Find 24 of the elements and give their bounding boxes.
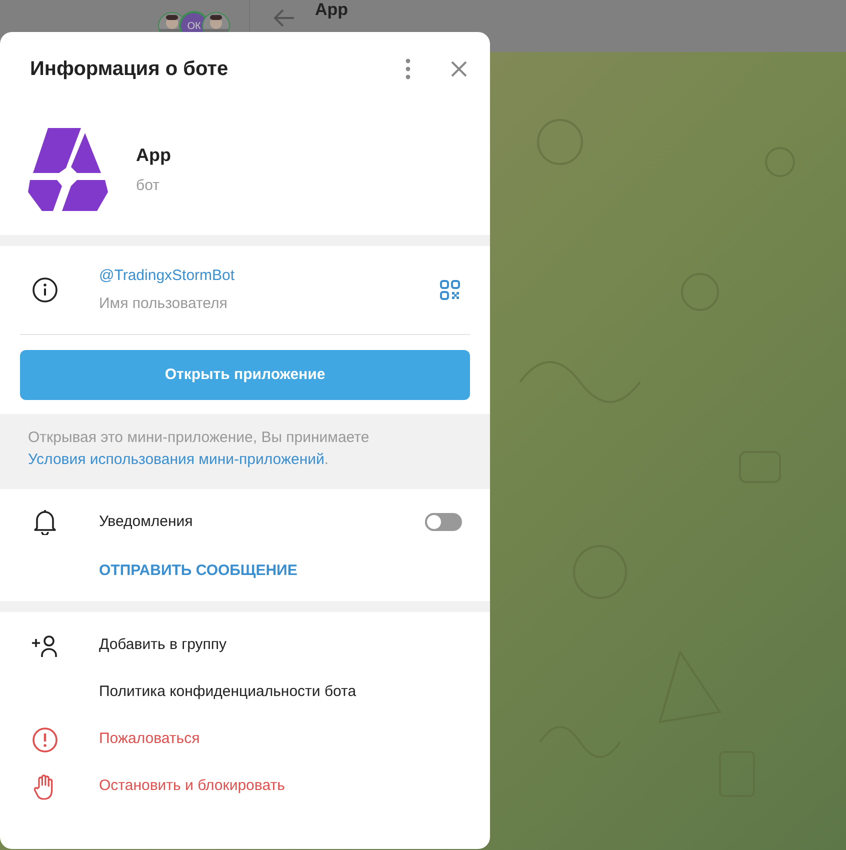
- menu-item[interactable]: Добавить в группу: [99, 634, 226, 657]
- dialog-title: Информация о боте: [30, 56, 230, 82]
- bell-icon: [33, 509, 57, 535]
- alert-icon: [32, 726, 58, 752]
- terms-notice: Открывая это мини-приложение, Вы принимаете Условия использования мини-приложений.: [28, 428, 370, 470]
- username[interactable]: @TradingxStormBot: [99, 265, 440, 288]
- more-icon[interactable]: [404, 58, 412, 80]
- username-caption: Имя пользователя: [99, 294, 228, 314]
- notifications-label: Уведомления: [99, 512, 194, 532]
- send-message-button[interactable]: ОТПРАВИТЬ СООБЩЕНИЕ: [99, 560, 298, 582]
- info-icon: [32, 277, 58, 303]
- notifications-toggle[interactable]: [425, 513, 462, 531]
- back-arrow-icon[interactable]: [272, 8, 296, 28]
- add-user-icon: [31, 634, 59, 656]
- bot-name: App: [136, 144, 171, 168]
- open-app-button[interactable]: Открыть приложение: [20, 350, 470, 400]
- menu-item[interactable]: Пожаловаться: [99, 728, 200, 751]
- menu-item[interactable]: Остановить и блокировать: [99, 775, 285, 798]
- menu-item[interactable]: Политика конфиденциальности бота: [99, 681, 356, 704]
- close-icon[interactable]: [450, 60, 468, 78]
- bot-subtitle: бот: [136, 176, 160, 196]
- qr-code-icon[interactable]: [440, 280, 460, 300]
- chat-title: App: [315, 1, 348, 18]
- terms-link[interactable]: Условия использования мини-приложений: [28, 451, 324, 468]
